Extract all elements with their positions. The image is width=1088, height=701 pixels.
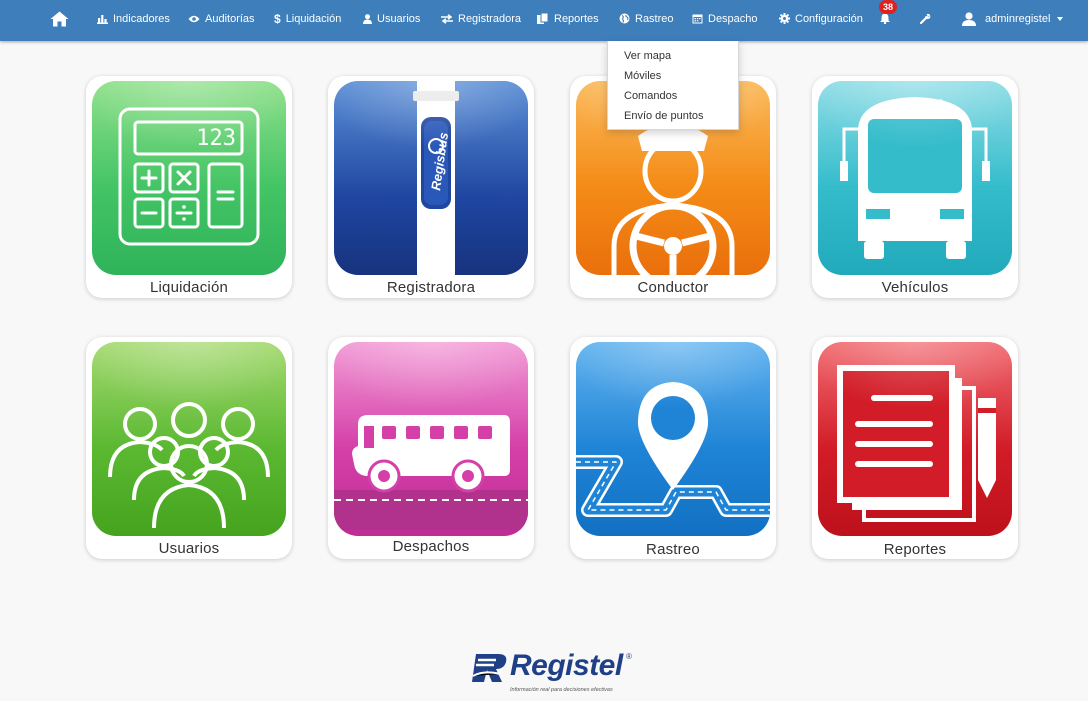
tile-liquidacion[interactable]: 123 Liquidación: [86, 76, 292, 298]
bell-icon: [880, 13, 890, 24]
tile-despachos[interactable]: Despachos: [328, 337, 534, 559]
menu-item-ver-mapa[interactable]: Ver mapa: [624, 50, 671, 62]
logo-text: Registel: [510, 649, 623, 682]
tile-usuarios[interactable]: Usuarios: [86, 337, 292, 559]
nav-indicadores[interactable]: Indicadores: [97, 0, 170, 37]
users-group-icon: [92, 342, 286, 536]
files-icon: [537, 13, 549, 24]
tile-despachos-label: Despachos: [392, 538, 470, 555]
tools-button[interactable]: [920, 0, 931, 37]
nav-home[interactable]: [50, 0, 69, 37]
tile-reportes[interactable]: Reportes: [812, 337, 1018, 559]
menu-item-comandos[interactable]: Comandos: [624, 90, 677, 102]
calendar-icon: [692, 14, 703, 24]
bus-side-icon: [334, 342, 528, 536]
user-menu[interactable]: adminregistel: [962, 0, 1064, 37]
tile-reportes-label: Reportes: [883, 541, 947, 558]
user-menu-label: adminregistel: [985, 12, 1051, 25]
nav-configuracion-label: Configuración: [795, 12, 863, 25]
menu-item-envio-de-puntos[interactable]: Envío de puntos: [624, 110, 704, 122]
nav-rastreo[interactable]: Rastreo: [619, 0, 674, 37]
gear-icon: [779, 13, 790, 24]
logo-tagline: Información real para decisiones efectiv…: [510, 687, 613, 693]
registrator-icon: Regisbus: [334, 81, 528, 275]
nav-configuracion[interactable]: Configuración: [779, 0, 863, 37]
documents-icon: [818, 342, 1012, 536]
calculator-icon: 123: [92, 81, 286, 275]
nav-registradora[interactable]: Registradora: [441, 0, 521, 37]
exchange-icon: [441, 13, 453, 24]
nav-reportes[interactable]: Reportes: [537, 0, 599, 37]
home-icon: [50, 11, 69, 26]
nav-despacho-label: Despacho: [708, 12, 758, 25]
bar-chart-icon: [97, 14, 108, 24]
nav-indicadores-label: Indicadores: [113, 12, 170, 25]
menu-item-moviles[interactable]: Móviles: [624, 70, 661, 82]
nav-liquidacion-label: Liquidación: [285, 12, 342, 25]
chevron-down-icon: [1057, 16, 1064, 21]
nav-reportes-label: Reportes: [554, 12, 599, 25]
notifications-badge: 38: [879, 0, 897, 14]
nav-despacho[interactable]: Despacho: [692, 0, 758, 37]
tile-rastreo[interactable]: Rastreo: [570, 337, 776, 559]
user-icon: [363, 13, 372, 24]
wrench-icon: [920, 13, 931, 24]
map-pin-route-icon: [576, 342, 770, 536]
tile-registradora-label: Registradora: [386, 279, 476, 296]
rastreo-dropdown-menu: Ver mapa Móviles Comandos Envío de punto…: [607, 41, 739, 130]
eye-icon: [188, 15, 200, 22]
user-avatar-icon: [962, 11, 976, 26]
nav-usuarios[interactable]: Usuarios: [363, 0, 420, 37]
nav-liquidacion[interactable]: $ Liquidación: [274, 0, 341, 37]
tile-vehiculos-label: Vehículos: [881, 279, 949, 296]
nav-rastreo-label: Rastreo: [635, 12, 674, 25]
bus-front-icon: [818, 81, 1012, 275]
top-navbar: Indicadores Auditorías $ Liquidación Usu…: [0, 0, 1088, 41]
tile-liquidacion-label: Liquidación: [149, 279, 229, 296]
nav-auditorias-label: Auditorías: [205, 12, 255, 25]
tile-rastreo-label: Rastreo: [646, 541, 700, 558]
logo-registered-mark: ®: [626, 652, 632, 661]
registel-logo-icon: [472, 654, 507, 682]
tile-registradora[interactable]: Regisbus Registradora: [328, 76, 534, 298]
calculator-display-text: 123: [196, 126, 236, 151]
nav-registradora-label: Registradora: [458, 12, 521, 25]
tile-usuarios-label: Usuarios: [158, 540, 220, 557]
nav-auditorias[interactable]: Auditorías: [188, 0, 255, 37]
tile-vehiculos[interactable]: Vehículos: [812, 76, 1018, 298]
registel-logo: Registel ®: [470, 649, 640, 686]
nav-usuarios-label: Usuarios: [377, 12, 421, 25]
tile-conductor-label: Conductor: [637, 279, 709, 296]
dollar-icon: $: [274, 11, 281, 26]
globe-icon: [619, 13, 630, 24]
